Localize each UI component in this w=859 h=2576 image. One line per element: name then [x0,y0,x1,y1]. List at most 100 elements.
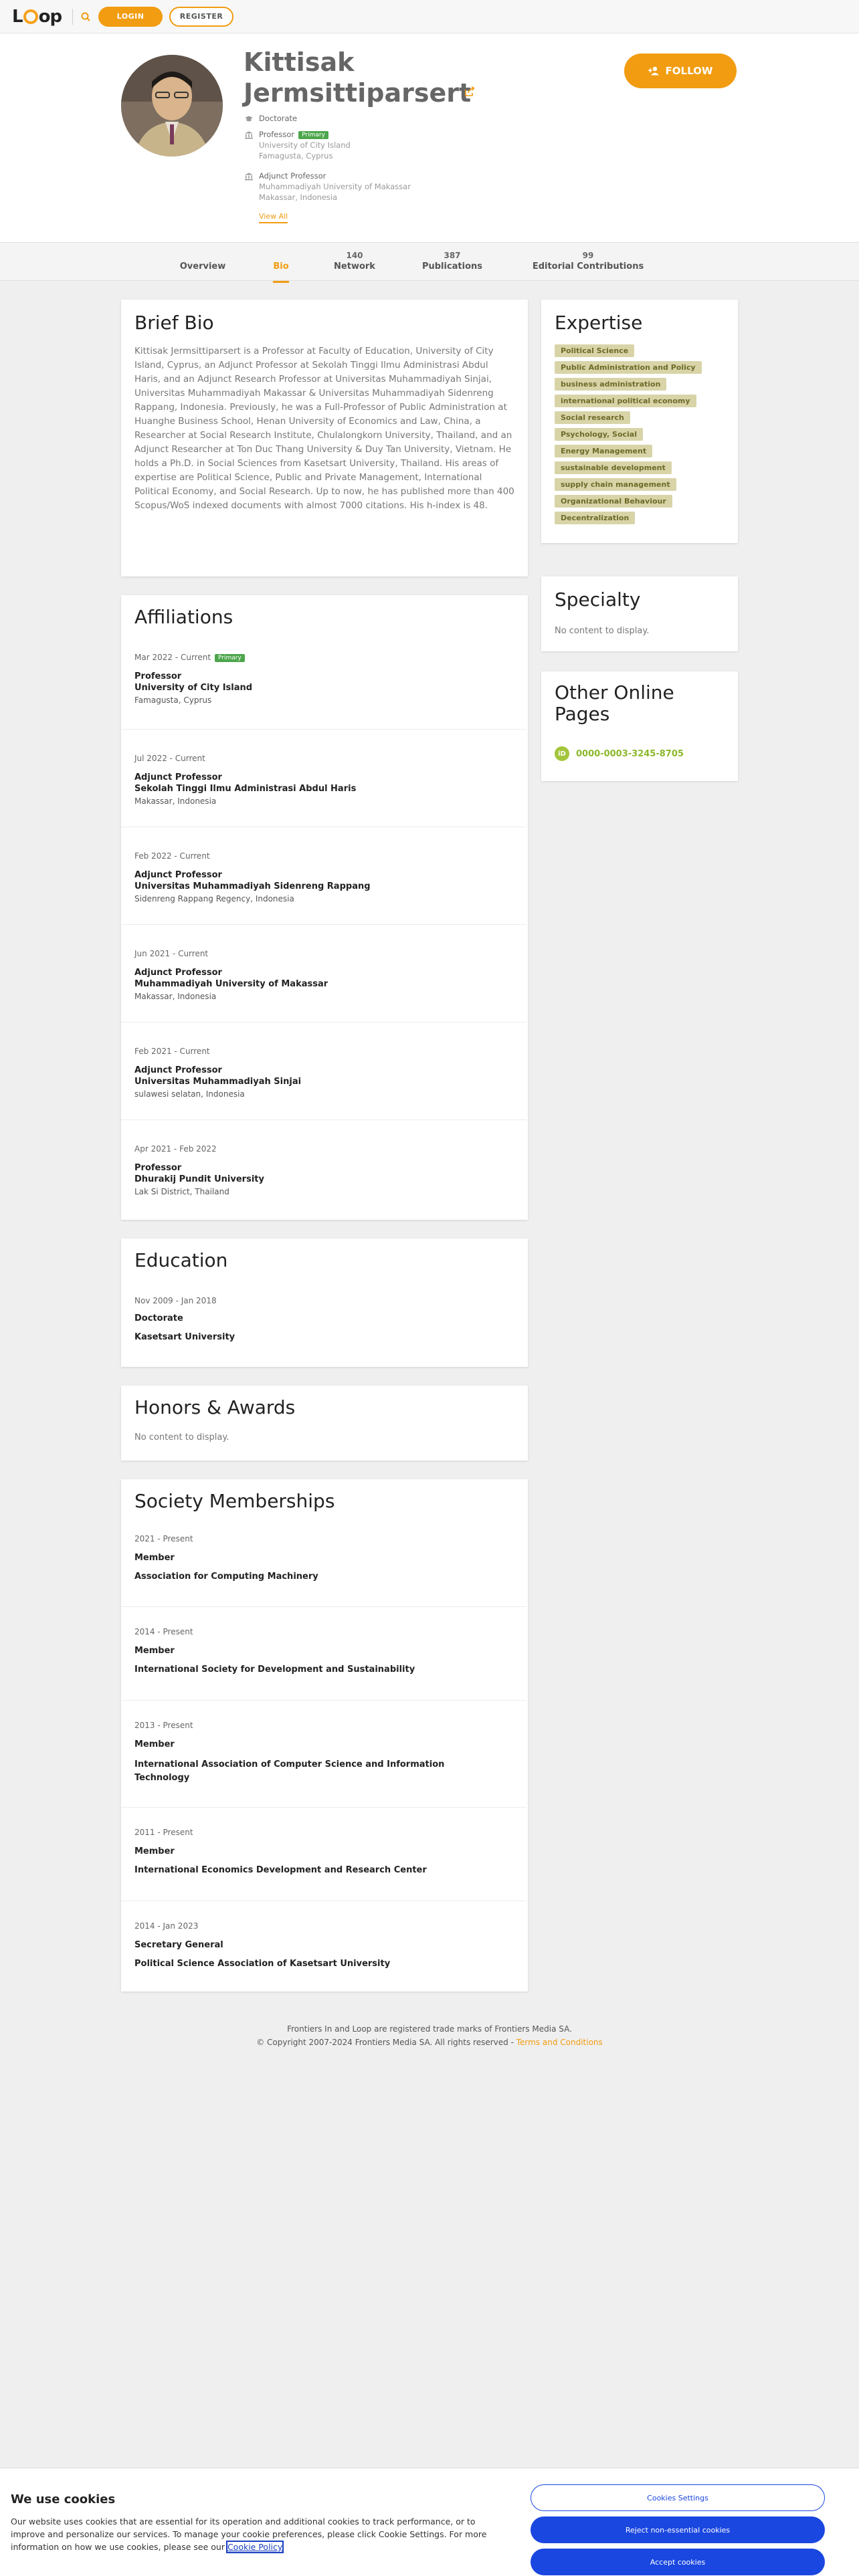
cookies-settings-button[interactable]: Cookies Settings [531,2484,825,2511]
institution-icon [245,131,253,139]
affiliation-item: Apr 2021 - Feb 2022 Professor Dhurakij P… [121,1119,527,1217]
membership-role: Member [134,1553,175,1563]
tab-label: Editorial Contributions [532,261,644,272]
membership-date: 2014 - Jan 2023 [134,1921,199,1931]
affiliation-date: Feb 2022 - Current [134,851,210,861]
affiliation-location: Sidenreng Rappang Regency, Indonesia [134,894,294,903]
affiliation-location: Makassar, Indonesia [134,796,217,806]
affiliation-role: Professor [134,1163,182,1173]
affiliations-card: Affiliations Mar 2022 - Current Primary P… [121,595,528,1220]
expertise-card: Expertise Political Science Public Admin… [541,300,738,543]
orcid-link[interactable]: iD 0000-0003-3245-8705 [555,746,684,761]
membership-organization: Political Science Association of Kasetsa… [134,1959,391,1969]
affiliation-location: Makassar, Indonesia [134,992,217,1001]
specialty-card: Specialty No content to display. [541,576,738,651]
institution-icon [245,173,253,181]
affiliation-date: Apr 2021 - Feb 2022 [134,1144,217,1154]
profile-header: Kittisak Jermsittiparsert FOLLOW Doctora… [0,33,859,242]
membership-item: 2021 - Present Member Association for Co… [121,1517,527,1614]
membership-date: 2011 - Present [134,1828,193,1837]
other-online-pages-card: Other Online Pages iD 0000-0003-3245-870… [541,671,738,781]
affiliation-organization: Sekolah Tinggi Ilmu Administrasi Abdul H… [134,784,357,794]
education-date: Nov 2009 - Jan 2018 [134,1296,217,1305]
expertise-tag[interactable]: Energy Management [555,445,653,457]
expertise-tag[interactable]: Public Administration and Policy [555,361,702,374]
membership-organization: International Society for Development an… [134,1665,415,1675]
cookie-text: Our website uses cookies that are essent… [11,2515,499,2553]
tab-count: 99 [582,251,594,260]
expertise-tag[interactable]: business administration [555,378,667,391]
footer-copyright: © Copyright 2007-2024 Frontiers Media SA… [256,2038,516,2047]
membership-date: 2014 - Present [134,1627,193,1636]
affiliation-role: Adjunct Professor [134,870,222,880]
membership-item: 2014 - Present Member International Soci… [121,1606,527,1700]
orcid-icon: iD [555,746,569,761]
expertise-tag[interactable]: supply chain management [555,478,676,491]
tab-label: Bio [273,261,289,272]
share-icon[interactable] [464,86,476,98]
honors-awards-card: Honors & Awards No content to display. [121,1386,528,1461]
position-org-1: University of City Island [259,140,351,150]
affiliation-date: Feb 2021 - Current [134,1047,210,1056]
primary-badge: Primary [215,654,245,662]
membership-role: Secretary General [134,1940,223,1950]
expertise-tag[interactable]: sustainable development [555,461,672,474]
affiliation-item: Jul 2022 - Current Adjunct Professor Sek… [121,729,527,827]
expertise-tag[interactable]: Political Science [555,344,635,357]
view-all-link[interactable]: View All [259,212,288,223]
affiliation-item: Feb 2022 - Current Adjunct Professor Uni… [121,827,527,924]
affiliation-organization: Universitas Muhammadiyah Sinjai [134,1077,302,1087]
expertise-heading: Expertise [555,312,643,334]
affiliation-date: Mar 2022 - Current Primary [134,653,245,662]
expertise-tag[interactable]: Decentralization [555,512,636,524]
expertise-tag-list: Political Science Public Administration … [555,344,725,524]
membership-organization: International Association of Computer Sc… [134,1759,445,1783]
expertise-tag[interactable]: Psychology, Social [555,428,643,441]
register-button[interactable]: REGISTER [169,6,234,27]
education-degree: Doctorate [134,1313,183,1323]
tab-overview[interactable]: Overview [179,251,227,274]
affiliation-organization: Universitas Muhammadiyah Sidenreng Rappa… [134,881,371,891]
cookie-banner: We use cookies Our website uses cookies … [0,2468,859,2576]
tab-publications[interactable]: 387 Publications [419,251,486,274]
terms-link[interactable]: Terms and Conditions [516,2038,603,2047]
affiliation-organization: Dhurakij Pundit University [134,1174,264,1184]
footer-copyright-line: © Copyright 2007-2024 Frontiers Media SA… [0,2036,859,2049]
society-memberships-heading: Society Memberships [134,1490,335,1512]
position-title-2: Adjunct Professor [259,171,326,181]
divider [72,8,74,25]
affiliation-date: Jul 2022 - Current [134,754,205,763]
specialty-heading: Specialty [555,588,641,611]
expertise-tag[interactable]: international political economy [555,395,696,407]
search-icon[interactable] [81,12,90,21]
reject-cookies-button[interactable]: Reject non-essential cookies [531,2516,825,2543]
honors-empty-text: No content to display. [134,1432,229,1442]
tab-bio[interactable]: Bio [268,251,294,283]
follow-button[interactable]: FOLLOW [624,53,737,88]
education-heading: Education [134,1249,228,1271]
logo-text-left: L [12,6,23,27]
footer-trademark: Frontiers In and Loop are registered tra… [287,2024,572,2034]
orcid-id: 0000-0003-3245-8705 [576,748,684,759]
loop-logo[interactable]: Lop [12,7,62,27]
graduation-cap-icon [245,116,253,122]
expertise-tag[interactable]: Organizational Behaviour [555,495,672,508]
primary-badge: Primary [298,131,328,139]
tab-count: 140 [346,251,363,260]
tab-editorial-contributions[interactable]: 99 Editorial Contributions [526,251,650,274]
membership-organization: Association for Computing Machinery [134,1572,318,1582]
expertise-tag[interactable]: Social research [555,411,630,424]
tab-label: Publications [421,261,483,272]
affiliation-location: Famagusta, Cyprus [134,695,212,705]
tab-count [179,251,227,260]
membership-item: 2011 - Present Member International Econ… [121,1807,527,1901]
tab-label: Network [334,261,375,272]
login-button[interactable]: LOGIN [98,6,163,27]
tab-network[interactable]: 140 Network [330,251,379,274]
position-location-2: Makassar, Indonesia [259,193,338,202]
cookie-policy-link[interactable]: Cookie Policy [225,2541,284,2553]
position-title-1: Professor Primary [259,130,328,139]
accept-cookies-button[interactable]: Accept cookies [531,2549,825,2575]
profile-last-name: Jermsittiparsert [244,78,472,108]
tab-label: Overview [179,261,226,272]
